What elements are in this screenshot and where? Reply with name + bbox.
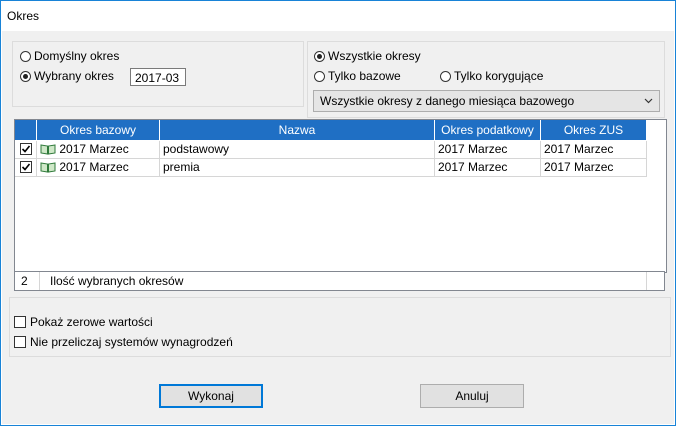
title-bar[interactable]: Okres <box>1 1 675 31</box>
filter-group: Wszystkie okresy Tylko bazowe Tylko kory… <box>307 41 665 118</box>
radio-corrective-only[interactable]: Tylko korygujące <box>440 68 543 84</box>
row-checkbox[interactable] <box>20 161 32 173</box>
selection-summary: 2 Ilość wybranych okresów <box>14 271 665 291</box>
checkbox-box <box>14 336 26 348</box>
cell-tax-period: 2017 Marzec <box>435 141 541 158</box>
column-header-base-period[interactable]: Okres bazowy <box>37 120 160 140</box>
cancel-button[interactable]: Anuluj <box>420 384 524 408</box>
show-zero-label: Pokaż zerowe wartości <box>30 315 153 329</box>
radio-indicator <box>20 50 31 62</box>
open-book-icon <box>40 144 56 155</box>
execute-button[interactable]: Wykonaj <box>159 384 263 408</box>
radio-all-periods-label: Wszystkie okresy <box>328 49 421 63</box>
period-group: Domyślny okres Wybrany okres 2017-03 <box>12 41 304 107</box>
checkmark-icon <box>21 145 31 153</box>
radio-base-only-label: Tylko bazowe <box>328 69 401 83</box>
radio-selected-period[interactable]: Wybrany okres <box>20 68 114 84</box>
selected-count: 2 <box>15 272 40 290</box>
periods-table: Okres bazowy Nazwa Okres podatkowy Okres… <box>14 119 667 273</box>
radio-default-period[interactable]: Domyślny okres <box>20 48 119 64</box>
base-period-text: 2017 Marzec <box>59 160 129 174</box>
checkbox-box <box>14 316 26 328</box>
cell-zus-period: 2017 Marzec <box>541 159 647 176</box>
radio-corrective-only-label: Tylko korygujące <box>454 69 544 83</box>
radio-indicator-selected <box>20 70 31 82</box>
column-header-tax-period[interactable]: Okres podatkowy <box>435 120 541 140</box>
radio-indicator <box>440 70 451 82</box>
options-group: Pokaż zerowe wartości Nie przeliczaj sys… <box>9 297 671 357</box>
summary-divider <box>646 272 647 290</box>
table-row[interactable]: 2017 Marzec premia 2017 Marzec 2017 Marz… <box>15 159 647 177</box>
column-header-checkbox[interactable] <box>15 120 37 140</box>
row-checkbox-cell <box>15 159 37 176</box>
cell-zus-period: 2017 Marzec <box>541 141 647 158</box>
row-checkbox-cell <box>15 141 37 158</box>
period-filter-dropdown[interactable]: Wszystkie okresy z danego miesiąca bazow… <box>313 90 660 112</box>
selected-count-label: Ilość wybranych okresów <box>50 274 184 288</box>
column-header-name[interactable]: Nazwa <box>160 120 435 140</box>
no-recalc-checkbox[interactable]: Nie przeliczaj systemów wynagrodzeń <box>14 334 233 350</box>
radio-all-periods[interactable]: Wszystkie okresy <box>314 48 421 64</box>
radio-selected-period-label: Wybrany okres <box>34 69 114 83</box>
no-recalc-label: Nie przeliczaj systemów wynagrodzeń <box>30 335 233 349</box>
checkmark-icon <box>21 163 31 171</box>
column-header-zus-period[interactable]: Okres ZUS <box>541 120 647 140</box>
dialog-window: Okres Domyślny okres Wybrany okres 2017-… <box>0 0 676 426</box>
period-filter-dropdown-value: Wszystkie okresy z danego miesiąca bazow… <box>320 94 575 108</box>
chevron-down-icon <box>644 98 653 104</box>
period-input[interactable]: 2017-03 <box>130 68 186 86</box>
radio-default-period-label: Domyślny okres <box>34 49 120 63</box>
table-row[interactable]: 2017 Marzec podstawowy 2017 Marzec 2017 … <box>15 141 647 159</box>
radio-indicator <box>314 70 325 82</box>
cell-name: podstawowy <box>160 141 435 158</box>
open-book-icon <box>40 162 56 173</box>
cell-base-period: 2017 Marzec <box>37 141 160 158</box>
row-checkbox[interactable] <box>20 143 32 155</box>
cell-base-period: 2017 Marzec <box>37 159 160 176</box>
cell-tax-period: 2017 Marzec <box>435 159 541 176</box>
show-zero-checkbox[interactable]: Pokaż zerowe wartości <box>14 314 153 330</box>
window-title: Okres <box>7 9 40 23</box>
base-period-text: 2017 Marzec <box>59 142 129 156</box>
radio-indicator-selected <box>314 50 325 62</box>
radio-base-only[interactable]: Tylko bazowe <box>314 68 401 84</box>
cell-name: premia <box>160 159 435 176</box>
dialog-content: Domyślny okres Wybrany okres 2017-03 Wsz… <box>2 31 674 424</box>
